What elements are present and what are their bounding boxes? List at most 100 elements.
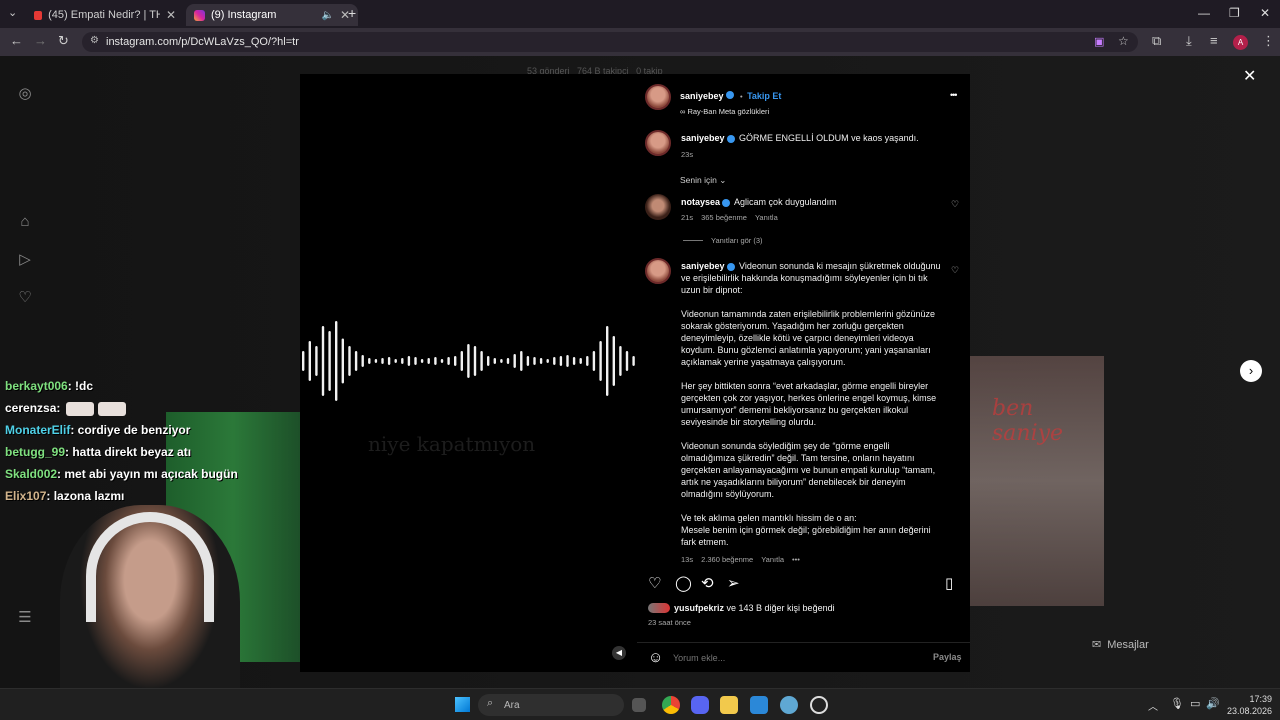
waveform-bar [500,359,503,363]
system-clock[interactable]: 17:39 23.08.2026 [1220,693,1272,717]
home-icon[interactable]: ⌂ [16,213,34,231]
share-send-icon[interactable]: ➢ [727,574,740,592]
reading-list-icon[interactable]: ≡ [1210,33,1218,48]
author-avatar[interactable] [645,130,671,156]
comment-like-icon[interactable]: ♡ [951,199,959,210]
chat-message: MonaterElif: cordiye de benziyor [5,419,265,441]
author-username[interactable]: saniyebey [680,91,724,101]
waveform-bar [606,326,609,396]
network-icon[interactable]: ▭ [1190,697,1200,710]
verified-badge-icon [725,90,734,99]
waveform-bar [454,356,457,366]
youtube-icon [34,10,43,20]
background-post-thumbnail[interactable] [970,356,1104,606]
tab-instagram[interactable]: (9) Instagram 🔈 ✕ [186,4,358,26]
waveform-bar [447,357,450,365]
comment-likes[interactable]: 365 beğenme [701,213,747,222]
caption-username[interactable]: saniyebey [681,133,725,143]
cast-icon[interactable]: ▣ [1094,35,1104,48]
comment-meta: 13s 2.360 beğenme Yanıtla ••• [681,555,800,564]
comment-avatar[interactable] [645,194,671,220]
back-icon[interactable]: ← [10,33,23,48]
bookmark-star-icon[interactable]: ☆ [1118,34,1129,48]
comment-icon[interactable]: ◯ [675,574,692,592]
comment-sort-dropdown[interactable]: Senin için ⌄ [680,175,726,186]
comment-username[interactable]: saniyebey [681,261,725,271]
menu-kebab-icon[interactable]: ⋮ [1262,33,1275,49]
like-heart-icon[interactable]: ♡ [648,574,661,592]
view-replies-button[interactable]: Yanıtları gör (3) [683,236,763,245]
comment-username[interactable]: notaysea [681,197,720,207]
tray-chevron-icon[interactable]: ︿ [1148,698,1158,713]
reels-icon[interactable]: ▷ [16,250,34,268]
profile-avatar[interactable]: A [1233,35,1248,50]
save-bookmark-icon[interactable]: ▯ [945,574,953,592]
comment-likes[interactable]: 2.360 beğenme [701,555,753,564]
next-post-icon[interactable]: › [1240,360,1262,382]
close-tab-icon[interactable]: ✕ [166,8,176,22]
liked-by-text[interactable]: ve 143 B diğer kişi beğendi [724,603,835,613]
comment-time: 21s [681,213,694,222]
messages-button[interactable]: ✉ Mesajlar [1092,638,1149,652]
comment-composer: ☺ Paylaş [637,642,970,672]
chat-text: : lazona lazmı [46,489,125,503]
comment-more-icon[interactable]: ••• [792,555,800,564]
waveform-bar [526,356,530,366]
tab-list-chevron-icon[interactable]: ⌄ [8,6,17,19]
reload-icon[interactable]: ↻ [58,33,69,49]
chat-username: Skald002 [5,467,58,481]
chat-message: Elix107: lazona lazmı [5,485,265,507]
waveform-bar [374,359,378,363]
store-icon[interactable] [750,696,768,714]
forward-icon[interactable]: → [34,33,47,48]
post-age: 23 saat önce [648,618,691,627]
reply-button[interactable]: Yanıtla [755,213,778,222]
more-options-icon[interactable]: ••• [950,90,958,100]
windows-taskbar: ⌕ Ara ︿ 🎙 ▭ 🔊 17:39 23.08.2026 [0,688,1280,720]
post-comment-button[interactable]: Paylaş [933,652,962,662]
waveform-bar [559,356,563,366]
more-menu-icon[interactable]: ☰ [16,608,34,626]
emoji-icon[interactable]: ☺ [648,649,663,666]
taskbar-search[interactable]: ⌕ Ara [478,694,624,716]
extensions-icon[interactable]: ⧉ [1152,33,1161,49]
discord-icon[interactable] [691,696,709,714]
tab-youtube[interactable]: (45) Empati Nedir? | THE LAST O ✕ [26,4,184,26]
comment-input[interactable] [673,651,873,665]
chat-message: cerenzsa: [5,397,265,419]
new-tab-button[interactable]: + [348,5,356,21]
notifications-icon[interactable]: ♡ [16,288,34,306]
close-modal-icon[interactable]: ✕ [1243,66,1256,86]
settings-gear-icon[interactable] [780,696,798,714]
task-view-icon[interactable] [632,698,646,712]
recording-app-icon[interactable] [810,696,828,714]
chat-username: betugg_99 [5,445,66,459]
address-bar[interactable]: ⚙ instagram.com/p/DcWLaVzs_QO/?hl=tr ▣ ☆ [82,32,1138,52]
repost-icon[interactable]: ⟲ [701,574,714,592]
waveform-bar [533,357,536,365]
follow-button[interactable]: Takip Et [747,91,781,101]
start-windows-icon[interactable] [455,697,470,712]
comment-like-icon[interactable]: ♡ [951,265,959,276]
mute-toggle-icon[interactable]: ◀ [612,646,626,660]
volume-icon[interactable]: 🔊 [1206,697,1220,710]
reply-button[interactable]: Yanıtla [761,555,784,564]
minimize-icon[interactable]: — [1198,6,1210,20]
waveform-bar [619,346,622,376]
liked-by-username[interactable]: yusufpekriz [674,603,724,613]
waveform-bar [354,351,358,371]
download-icon[interactable]: ⤓ [1186,33,1192,49]
clock-date: 23.08.2026 [1226,706,1272,716]
liker-avatars [648,603,670,613]
waveform-bar [308,341,311,381]
restore-icon[interactable]: ❐ [1229,6,1240,20]
site-info-icon[interactable]: ⚙ [90,35,99,46]
author-avatar[interactable] [645,84,671,110]
microphone-icon[interactable]: 🎙 [1170,697,1184,710]
comment-avatar[interactable] [645,258,671,284]
chrome-icon[interactable] [662,696,680,714]
file-explorer-icon[interactable] [720,696,738,714]
instagram-logo-icon[interactable]: ◎ [16,84,34,102]
close-window-icon[interactable]: ✕ [1260,6,1270,20]
speaker-icon[interactable]: 🔈 [321,10,333,21]
